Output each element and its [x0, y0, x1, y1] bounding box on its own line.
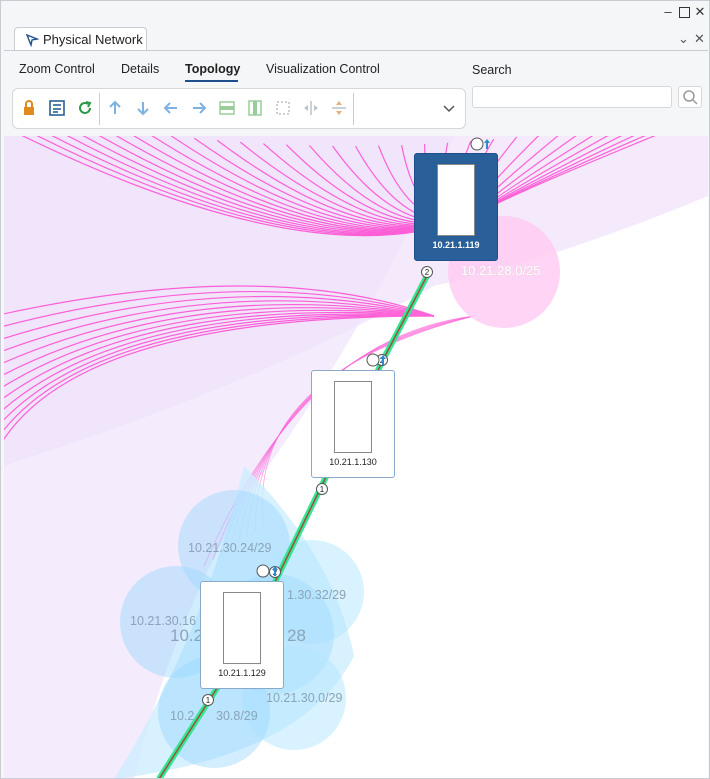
arrow-right-icon[interactable]	[189, 98, 209, 118]
subnet-label: 10.21.30.0/29	[266, 691, 343, 705]
search-input[interactable]	[472, 86, 672, 108]
subnet-label: 1.30.32/29	[287, 588, 347, 602]
toolbar-separator	[353, 93, 354, 125]
subnet-label: 28	[287, 626, 306, 645]
minimize-icon[interactable]: –	[661, 5, 675, 19]
subnet-label: 10.2	[170, 709, 195, 723]
active-tab-indicator	[185, 80, 238, 82]
menu-zoom-control[interactable]: Zoom Control	[19, 62, 95, 76]
distribute-vertical-icon[interactable]	[329, 98, 349, 118]
chevron-down-icon[interactable]: ⌄	[678, 31, 689, 47]
search-label: Search	[472, 63, 512, 77]
physical-network-window: – ✕ Physical Network ⌄ ✕ Zoom Control De…	[0, 0, 710, 779]
subnet-label: 10.2	[170, 626, 204, 645]
device-ip: 10.21.1.129	[218, 668, 266, 678]
port-marker[interactable]: 2	[421, 266, 433, 278]
device-ip: 10.21.1.119	[432, 240, 480, 250]
title-bar: – ✕	[1, 1, 709, 27]
lock-icon[interactable]	[19, 98, 39, 118]
subnet-label: 10.21.28.0/25	[461, 263, 541, 278]
switch-image	[437, 164, 475, 236]
refresh-icon[interactable]	[75, 98, 95, 118]
topology-ribbon: Zoom Control Details Topology Visualizat…	[4, 50, 708, 137]
align-horizontal-icon[interactable]	[217, 98, 237, 118]
port-marker[interactable]: 1	[316, 483, 328, 495]
chevron-down-icon[interactable]	[439, 98, 459, 118]
search-icon	[683, 90, 698, 105]
port-status-icon	[366, 353, 386, 367]
tab-label: Physical Network	[43, 32, 143, 47]
close-window-icon[interactable]: ✕	[693, 5, 707, 19]
device-ip: 10.21.1.130	[329, 457, 377, 467]
fit-selection-icon[interactable]	[273, 98, 293, 118]
device-node[interactable]: 10.21.1.119	[414, 153, 498, 261]
topology-canvas[interactable]: 10.21.28.0/25 10.21.30.24/29 1.30.32/29 …	[4, 136, 708, 778]
menu-visualization-control[interactable]: Visualization Control	[266, 62, 380, 76]
port-status-icon	[470, 137, 490, 151]
align-vertical-icon[interactable]	[245, 98, 265, 118]
switch-image	[334, 381, 372, 453]
tab-physical-network[interactable]: Physical Network	[14, 27, 147, 51]
menu-details[interactable]: Details	[121, 62, 159, 76]
arrow-up-icon[interactable]	[105, 98, 125, 118]
search-button[interactable]	[678, 86, 702, 108]
topology-toolbar	[12, 88, 466, 129]
arrow-left-icon[interactable]	[161, 98, 181, 118]
layout-icon[interactable]	[47, 98, 67, 118]
switch-image	[223, 592, 261, 664]
distribute-horizontal-icon[interactable]	[301, 98, 321, 118]
device-node[interactable]: 10.21.1.130	[311, 370, 395, 478]
arrow-down-icon[interactable]	[133, 98, 153, 118]
port-marker[interactable]: 1	[202, 694, 214, 706]
maximize-icon[interactable]	[677, 5, 691, 19]
port-status-icon	[256, 564, 278, 578]
menu-topology[interactable]: Topology	[185, 62, 240, 76]
device-node[interactable]: 10.21.1.129	[200, 581, 284, 689]
subnet-label: 10.21.30.24/29	[188, 541, 272, 555]
subnet-label: 30.8/29	[216, 709, 258, 723]
network-icon	[25, 33, 39, 47]
close-tab-icon[interactable]: ✕	[694, 31, 705, 47]
toolbar-separator	[99, 93, 100, 125]
